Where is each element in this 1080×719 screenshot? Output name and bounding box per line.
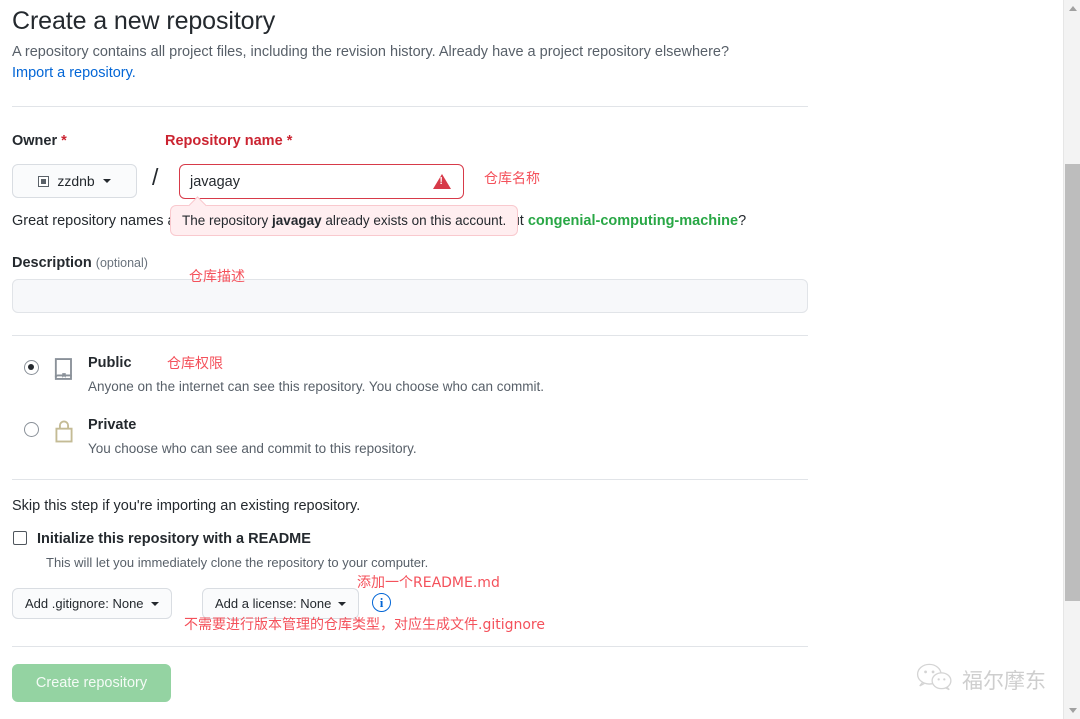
suggestion-suffix: ? xyxy=(738,213,747,230)
visibility-public-title: Public xyxy=(88,355,132,372)
scrollbar-thumb[interactable] xyxy=(1065,164,1080,601)
new-repository-form: Create a new repository A repository con… xyxy=(12,0,808,703)
visibility-options: Public Anyone on the internet can see th… xyxy=(12,353,808,459)
repository-name-input[interactable]: javagay xyxy=(179,164,464,200)
page-title: Create a new repository xyxy=(12,7,276,35)
visibility-private-description: You choose who can see and commit to thi… xyxy=(88,440,417,456)
watermark-text: 福尔摩东 xyxy=(962,668,1046,693)
create-repository-button[interactable]: Create repository xyxy=(12,664,171,703)
visibility-option-private[interactable]: Private You choose who can see and commi… xyxy=(12,415,808,459)
chevron-up-icon[interactable] xyxy=(1064,0,1080,17)
name-row-labels: Owner * Repository name * xyxy=(12,133,808,155)
readme-checkbox-row[interactable]: Initialize this repository with a README… xyxy=(12,530,808,591)
chevron-down-icon xyxy=(150,601,159,606)
page-lead: A repository contains all project files,… xyxy=(12,42,808,84)
description-input[interactable]: 仓库描述 xyxy=(12,269,808,314)
owner-name-separator: / xyxy=(152,164,159,191)
import-repository-link[interactable]: Import a repository. xyxy=(12,65,136,81)
description-label-text: Description xyxy=(12,255,92,272)
chevron-down-icon[interactable] xyxy=(1064,702,1080,719)
repository-name-error-tooltip: The repository javagay already exists on… xyxy=(170,205,519,237)
suggestion-row: Great repository names are short and mem… xyxy=(12,205,808,239)
info-circle-icon[interactable]: i xyxy=(372,593,391,613)
owner-name: zzdnb xyxy=(57,173,95,190)
annotation-repository-name: 仓库名称 xyxy=(484,171,540,188)
repo-book-icon xyxy=(50,355,78,383)
divider-top xyxy=(12,106,808,108)
divider-bottom xyxy=(12,646,808,648)
readme-label: Initialize this repository with a README xyxy=(37,531,311,548)
checkbox-initialize-readme[interactable] xyxy=(13,531,27,546)
alert-triangle-icon xyxy=(433,174,451,190)
create-repository-page: Create a new repository A repository con… xyxy=(0,0,1080,719)
tooltip-prefix: The repository xyxy=(182,213,273,229)
owner-required-mark: * xyxy=(61,133,67,150)
lock-icon xyxy=(50,417,78,445)
divider-after-description xyxy=(12,335,808,337)
chevron-down-icon xyxy=(102,179,111,184)
visibility-private-title: Private xyxy=(88,417,137,434)
license-dropdown-label: Add a license: None xyxy=(215,596,332,612)
chevron-down-icon xyxy=(338,601,347,606)
repository-name-label-text: Repository name xyxy=(165,133,283,150)
skip-step-text: Skip this step if you're importing an ex… xyxy=(12,498,361,515)
description-label: Description (optional) xyxy=(12,255,808,271)
visibility-option-public[interactable]: Public Anyone on the internet can see th… xyxy=(12,353,808,397)
readme-description: This will let you immediately clone the … xyxy=(46,555,429,571)
gitignore-dropdown-label: Add .gitignore: None xyxy=(25,596,144,612)
tooltip-suffix: already exists on this account. xyxy=(321,213,507,229)
repository-name-value: javagay xyxy=(190,173,240,190)
owner-dropdown[interactable]: zzdnb xyxy=(12,164,137,199)
repository-name-required-mark: * xyxy=(286,133,293,150)
gitignore-dropdown[interactable]: Add .gitignore: None xyxy=(12,588,172,620)
tooltip-repository-name: javagay xyxy=(272,213,322,229)
divider-after-visibility xyxy=(12,479,808,481)
radio-private[interactable] xyxy=(24,422,39,438)
suggested-repository-name: congenial-computing-machine xyxy=(527,213,739,230)
visibility-public-description: Anyone on the internet can see this repo… xyxy=(88,378,545,394)
owner-label-text: Owner xyxy=(12,133,58,150)
owner-label: Owner * xyxy=(12,133,67,149)
repository-name-label: Repository name * xyxy=(165,133,292,149)
page-lead-text: A repository contains all project files,… xyxy=(12,44,730,60)
wechat-logo-icon xyxy=(915,662,953,697)
name-row: zzdnb / javagay 仓库名称 xyxy=(12,164,808,200)
template-buttons-row: Add .gitignore: None Add a license: None… xyxy=(12,588,808,633)
radio-public[interactable] xyxy=(24,360,39,376)
description-optional-text: (optional) xyxy=(95,256,148,271)
avatar-square-icon xyxy=(38,175,50,187)
vertical-scrollbar[interactable] xyxy=(1063,0,1080,719)
license-dropdown[interactable]: Add a license: None xyxy=(202,588,360,620)
watermark: 福尔摩东 xyxy=(915,662,1046,697)
